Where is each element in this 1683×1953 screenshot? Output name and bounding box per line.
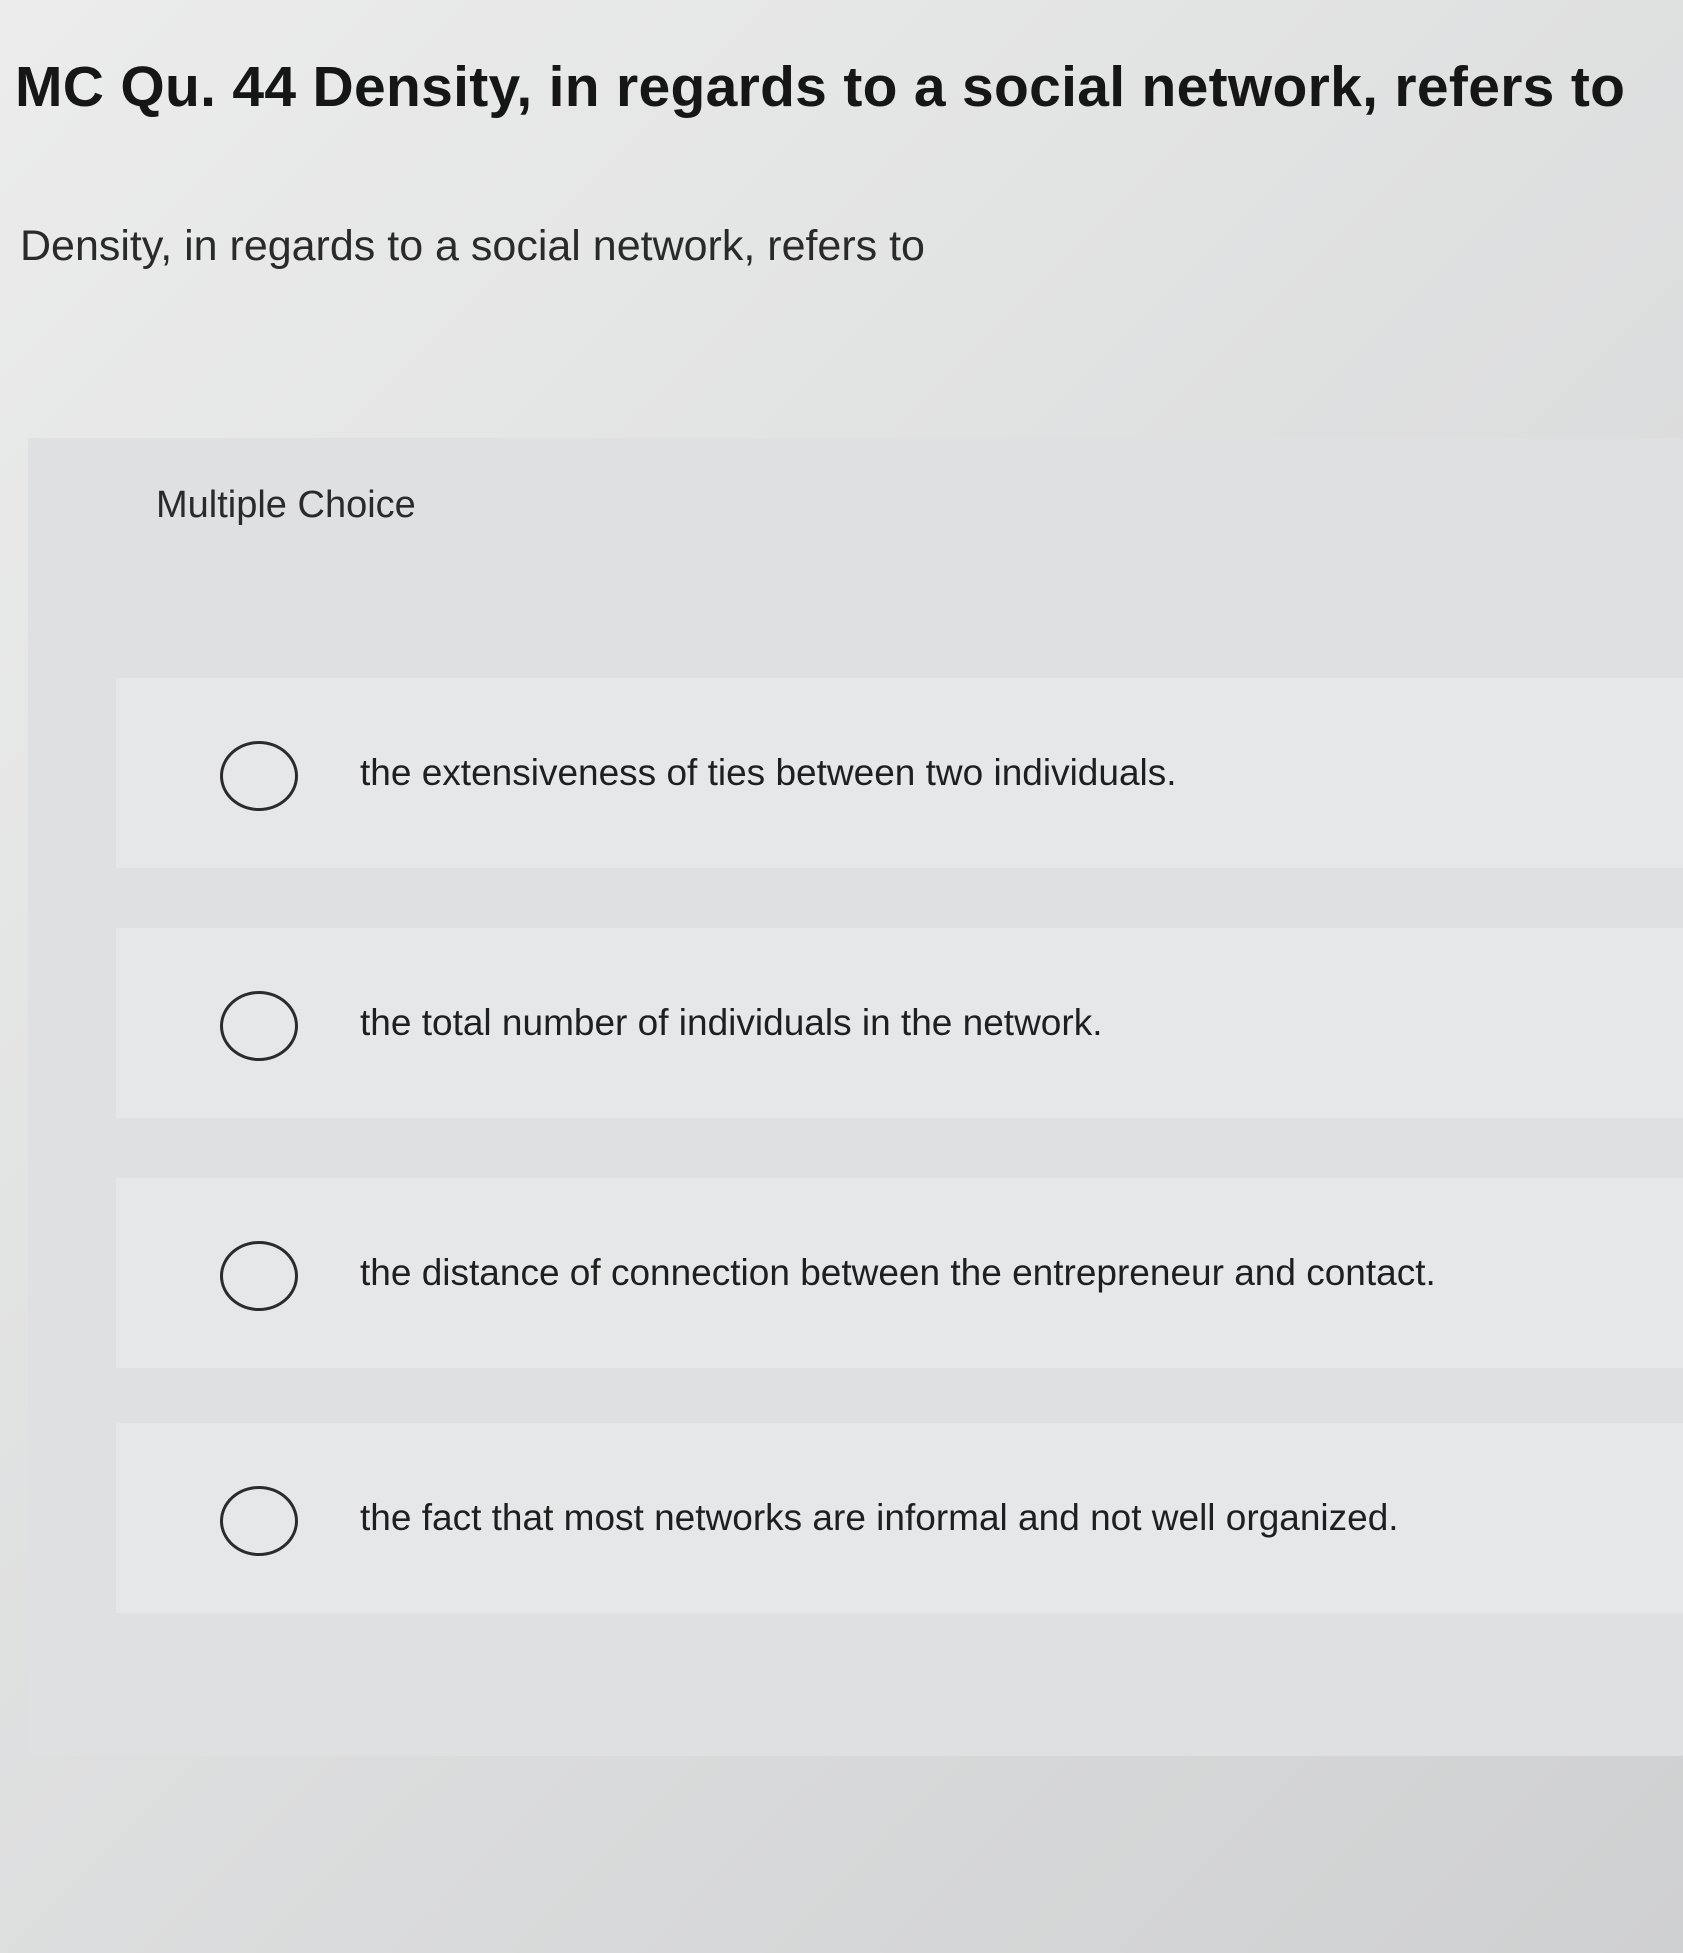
multiple-choice-panel: Multiple Choice the extensiveness of tie… (28, 438, 1683, 1756)
question-prompt: Density, in regards to a social network,… (20, 222, 925, 270)
radio-button-icon[interactable] (220, 1241, 298, 1311)
answer-option-label: the distance of connection between the e… (360, 1252, 1436, 1293)
answer-option-1[interactable]: the extensiveness of ties between two in… (116, 678, 1683, 868)
multiple-choice-label: Multiple Choice (156, 484, 416, 526)
answer-option-4[interactable]: the fact that most networks are informal… (116, 1423, 1683, 1613)
answer-option-2[interactable]: the total number of individuals in the n… (116, 928, 1683, 1118)
radio-button-icon[interactable] (220, 1486, 298, 1556)
radio-button-icon[interactable] (220, 741, 298, 811)
answer-option-label: the extensiveness of ties between two in… (360, 752, 1177, 793)
answer-option-label: the total number of individuals in the n… (360, 1002, 1103, 1043)
answer-option-3[interactable]: the distance of connection between the e… (116, 1178, 1683, 1368)
radio-button-icon[interactable] (220, 991, 298, 1061)
page-title: MC Qu. 44 Density, in regards to a socia… (15, 55, 1626, 119)
answer-option-label: the fact that most networks are informal… (360, 1497, 1399, 1538)
